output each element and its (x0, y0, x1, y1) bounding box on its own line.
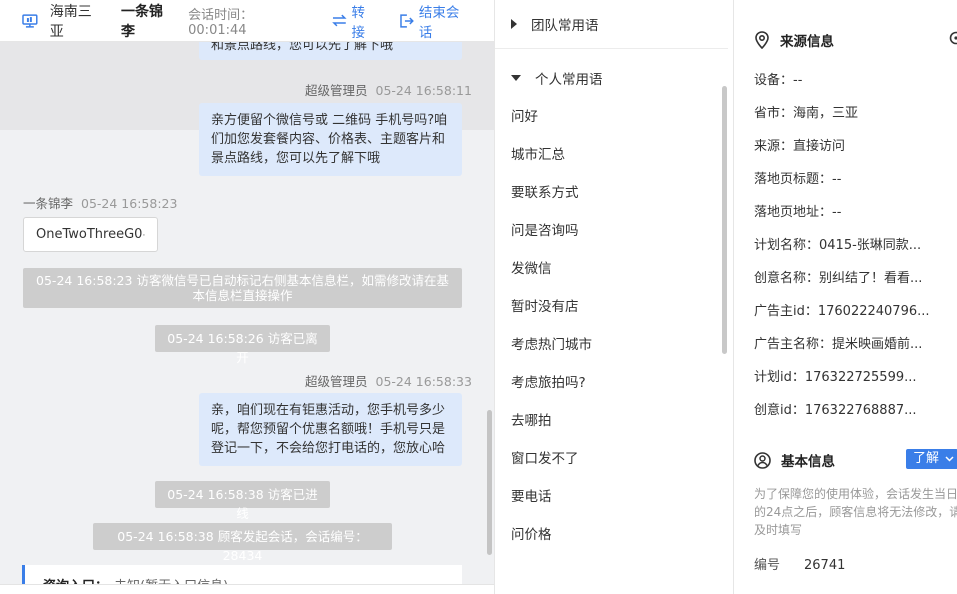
visitor-message-text: OneTwoThreeG0 (36, 227, 143, 242)
phrase-item[interactable]: 考虑热门城市 (511, 333, 592, 353)
timer-value: 00:01:44 (188, 22, 247, 38)
chevron-down-icon (945, 456, 954, 462)
advertiser-name-field: 广告主名称：提米映画婚前... (754, 337, 923, 352)
id-field: 编号 26741 (754, 554, 845, 573)
agent-message: 亲，咱们现在有钜惠活动，您手机号多少呢，帮您预留个优惠名额哦！手机号只是登记一下… (199, 393, 462, 466)
advertiser-id-field: 广告主id：176022240796... (754, 304, 930, 319)
visitor-location: 海南三亚 (49, 3, 92, 40)
know-more-button[interactable]: 了解 (906, 449, 957, 469)
basic-info-title: 基本信息 (754, 450, 835, 470)
basic-info-label: 基本信息 (781, 454, 835, 470)
device-field: 设备：-- (754, 73, 803, 88)
system-message: 05-24 16:58:38 访客已进线 (155, 481, 330, 521)
end-session-label: 结束会话 (418, 4, 460, 41)
id-label: 编号 (754, 558, 781, 573)
visitor-name: 一条锦李 (120, 3, 163, 40)
message-sender: 一条锦李 (23, 196, 74, 211)
visitor-message: OneTwoThreeG0 (23, 217, 158, 252)
system-message-text: 05-24 16:58:38 访客已进线 (167, 487, 318, 521)
system-message-text: 05-24 16:58:38 顾客发起会话，会话编号：28434 (117, 529, 368, 563)
phrase-item[interactable]: 要电话 (511, 485, 552, 505)
chat-panel: 海南三亚 一条锦李 会话时间：00:01:44 转接 结束会话 和景点路线，您可… (0, 0, 494, 594)
plan-name-field: 计划名称：0415-张琳同款... (754, 238, 922, 253)
id-value: 26741 (804, 558, 846, 573)
session-timer: 会话时间：00:01:44 (188, 4, 310, 38)
landing-url-field: 落地页地址：-- (754, 205, 842, 220)
personal-phrases-group[interactable]: 个人常用语 (511, 68, 603, 88)
location-pin-icon (755, 31, 769, 49)
phrase-item[interactable]: 去哪拍 (511, 409, 552, 429)
app-root: 海南三亚 一条锦李 会话时间：00:01:44 转接 结束会话 和景点路线，您可… (0, 0, 957, 594)
system-message: 05-24 16:58:26 访客已离开 (155, 325, 330, 365)
phrase-item[interactable]: 要联系方式 (511, 181, 579, 201)
user-circle-icon (754, 451, 771, 469)
landing-title-field: 落地页标题：-- (754, 172, 842, 187)
end-session-button[interactable]: 结束会话 (400, 1, 472, 41)
source-info-label: 来源信息 (780, 34, 834, 50)
transfer-button[interactable]: 转接 (331, 1, 378, 41)
settings-icon[interactable] (948, 30, 957, 46)
source-info-title: 来源信息 (754, 30, 834, 50)
creative-name-field: 创意名称：别纠结了！看看... (754, 271, 923, 286)
creative-id-field: 创意id：176322768887... (754, 403, 917, 418)
phrase-item[interactable]: 问是咨询吗 (511, 219, 579, 239)
city-field: 省市：海南，三亚 (754, 106, 859, 121)
phrase-item[interactable]: 问好 (511, 105, 538, 125)
timer-label: 会话时间： (188, 7, 254, 23)
team-phrases-label: 团队常用语 (531, 18, 599, 34)
phrase-item[interactable]: 城市汇总 (511, 143, 565, 163)
message-time: 05-24 16:58:23 (81, 196, 178, 211)
phrase-item[interactable]: 窗口发不了 (511, 447, 579, 467)
source-field: 来源：直接访问 (754, 139, 846, 154)
personal-phrases-label: 个人常用语 (535, 72, 603, 88)
exit-icon (400, 13, 414, 28)
visitor-info-panel: 来源信息 设备：-- 省市：海南，三亚 来源：直接访问 落地页标题：-- 落地页… (734, 0, 957, 594)
phrase-item[interactable]: 问价格 (511, 523, 552, 543)
agent-message-text: 亲方便留个微信号或 二维码 手机号吗?咱们加您发套餐内容、价格表、主题客片和景点… (211, 113, 448, 166)
message-time: 05-24 16:58:11 (375, 83, 472, 98)
info-note: 为了保障您的使用体验，会话发生当日的24点之后，顾客信息将无法修改，请及时填写 (754, 487, 957, 537)
caret-right-icon (511, 19, 517, 29)
message-sender: 超级管理员 (305, 83, 368, 98)
phrase-item[interactable]: 考虑旅拍吗? (511, 371, 586, 391)
phrase-item[interactable]: 发微信 (511, 257, 552, 277)
common-phrases-panel: 团队常用语 个人常用语 问好 城市汇总 要联系方式 问是咨询吗 发微信 暂时没有… (494, 0, 734, 594)
phrases-scrollbar[interactable] (722, 86, 727, 354)
team-phrases-group[interactable]: 团队常用语 (511, 14, 599, 34)
know-more-label: 了解 (913, 451, 940, 466)
message-sender: 超级管理员 (305, 374, 368, 389)
system-message: 05-24 16:58:23 访客微信号已自动标记右侧基本信息栏，如需修改请在基… (23, 268, 462, 308)
message-meta: 超级管理员 05-24 16:58:11 (305, 80, 472, 99)
plan-id-field: 计划id：176322725599... (754, 370, 917, 385)
transfer-label: 转接 (351, 4, 366, 41)
agent-message: 亲方便留个微信号或 二维码 手机号吗?咱们加您发套餐内容、价格表、主题客片和景点… (199, 103, 462, 176)
system-message-text: 05-24 16:58:23 访客微信号已自动标记右侧基本信息栏，如需修改请在基… (36, 273, 449, 303)
chat-scrollbar[interactable] (487, 410, 492, 555)
chat-header: 海南三亚 一条锦李 会话时间：00:01:44 转接 结束会话 (0, 0, 494, 42)
copy-icon[interactable] (143, 229, 145, 241)
caret-down-icon (511, 75, 521, 81)
system-message: 05-24 16:58:38 顾客发起会话，会话编号：28434 (93, 523, 392, 563)
message-meta: 超级管理员 05-24 16:58:33 (305, 371, 472, 390)
phrase-item[interactable]: 暂时没有店 (511, 295, 579, 315)
transfer-icon (331, 14, 347, 27)
monitor-icon (22, 13, 38, 28)
chat-input-toolbar (0, 584, 494, 594)
message-time: 05-24 16:58:33 (375, 374, 472, 389)
system-message-text: 05-24 16:58:26 访客已离开 (167, 331, 318, 365)
message-meta: 一条锦李 05-24 16:58:23 (23, 193, 177, 212)
agent-message-text: 亲，咱们现在有钜惠活动，您手机号多少呢，帮您预留个优惠名额哦！手机号只是登记一下… (211, 403, 446, 456)
divider (495, 48, 728, 49)
